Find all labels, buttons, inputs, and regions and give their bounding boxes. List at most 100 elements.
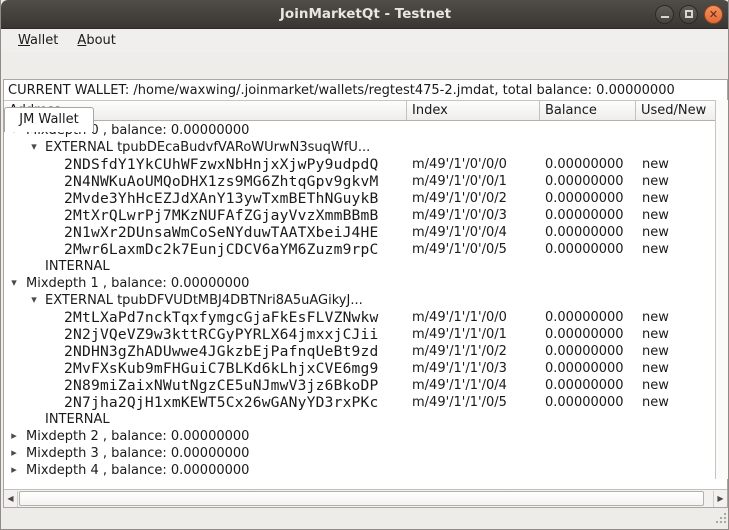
tree-row-label: EXTERNAL tpubDFVUDtMBJ4DBTNri8A5uAGikyJ.… [45,292,363,309]
tree-cell-address: ▾ EXTERNAL tpubDFVUDtMBJ4DBTNri8A5uAGikyJ… [4,292,407,309]
tab-jm-wallet[interactable]: JM Wallet [4,107,94,132]
tree-cell-index: m/49'/1'/0'/0/3 [407,207,540,224]
tree-cell-status: new [636,190,715,207]
wallet-tab-panel: CURRENT WALLET: /home/waxwing/.joinmarke… [3,79,728,508]
tree-cell-balance: 0.00000000 [540,190,636,207]
tree-cell-index: m/49'/1'/0'/0/5 [407,241,540,258]
tree-cell-status: new [636,207,715,224]
tree-rows: ▾Mixdepth 0 , balance: 0.00000000▾EXTERN… [4,122,715,479]
tree-cell-balance: 0.00000000 [540,377,636,394]
expand-arrow-icon[interactable]: ▸ [8,462,20,478]
header-used-new[interactable]: Used/New [636,101,715,120]
tree-row-address[interactable]: 2MvFXsKub9mFHGuiC7BLKd6kLhjxCVE6mg9m/49'… [4,360,715,377]
tree-row-address[interactable]: 2MtLXaPd7nckTqxfymgcGjaFkEsFLVZNwkwm/49'… [4,309,715,326]
tree-row[interactable]: ▸Mixdepth 4 , balance: 0.00000000 [4,462,715,479]
tree-row-label: 2NDSfdY1YkCUhWFzwxNbHnjxXjwPy9udpdQ [64,156,379,173]
tree-cell-address: 2NDSfdY1YkCUhWFzwxNbHnjxXjwPy9udpdQ [4,156,407,173]
tree-cell-address: ▸ Mixdepth 2 , balance: 0.00000000 [4,428,407,445]
tree-cell-address: INTERNAL [4,258,407,275]
expand-arrow-icon[interactable]: ▸ [8,445,20,461]
tree-row[interactable]: ▾ Mixdepth 1 , balance: 0.00000000 [4,275,715,292]
tree-cell-address: 2NDHN3gZhADUwwe4JGkzbEjPafnqUeBt9zd [4,343,407,360]
tree-cell-status: new [636,326,715,343]
tree-row[interactable]: ▸Mixdepth 3 , balance: 0.00000000 [4,445,715,462]
minimize-button[interactable] [655,5,674,24]
window-bottom-strip [1,508,729,530]
title-bar[interactable]: JoinMarketQt - Testnet ✕ [1,0,729,29]
tree-cell-address: 2N2jVQeVZ9w3kttRCGyPYRLX64jmxxjCJii [4,326,407,343]
tree-row-label: Mixdepth 1 , balance: 0.00000000 [26,275,249,292]
tree-cell-status: new [636,377,715,394]
tree-cell-index: m/49'/1'/0'/0/4 [407,224,540,241]
tree-row-address[interactable]: 2N89miZaixNWutNgzCE5uNJmwV3jz6BkoDP m/49'… [4,377,715,394]
tree-row-address[interactable]: 2N1wXr2DUnsaWmCoSeNYduwTAATXbeiJ4HE m/49'… [4,224,715,241]
tree-cell-address: 2N1wXr2DUnsaWmCoSeNYduwTAATXbeiJ4HE [4,224,407,241]
header-balance[interactable]: Balance [540,101,636,120]
expand-arrow-icon[interactable]: ▸ [8,428,20,444]
tree-cell-index: m/49'/1'/1'/0/0 [407,309,540,326]
tree-row-address[interactable]: 2N4NWKuAoUMQoDHX1zs9MG6ZhtqGpv9gkvM m/49'… [4,173,715,190]
tab-strip: JM Wallet Settings Coinjoins Tx History … [1,52,729,79]
collapse-arrow-icon[interactable]: ▾ [28,139,40,155]
tree-row-address[interactable]: 2N7jha2QjH1xmKEWT5Cx26wGANyYD3rxPKcm/49'… [4,394,715,411]
tree-row-label: 2N89miZaixNWutNgzCE5uNJmwV3jz6BkoDP [64,377,379,394]
tree-cell-balance: 0.00000000 [540,207,636,224]
scroll-right-icon[interactable]: ▶ [713,491,727,507]
tree-cell-index: m/49'/1'/1'/0/2 [407,343,540,360]
tree-row[interactable]: INTERNAL [4,411,715,428]
horizontal-scrollbar[interactable]: ◀ ▶ [4,489,727,507]
minimize-icon [661,16,669,18]
tree-cell-address: 2N7jha2QjH1xmKEWT5Cx26wGANyYD3rxPKc [4,394,407,411]
tree-row-label: 2N1wXr2DUnsaWmCoSeNYduwTAATXbeiJ4HE [64,224,379,241]
tree-row[interactable]: ▾ EXTERNAL tpubDEcaBudvfVARoWUrwN3suqWfU.… [4,139,715,156]
tree-cell-index: m/49'/1'/1'/0/4 [407,377,540,394]
tree-cell-index: m/49'/1'/0'/0/2 [407,190,540,207]
tree-cell-index: m/49'/1'/1'/0/1 [407,326,540,343]
tree-cell-index: m/49'/1'/1'/0/3 [407,360,540,377]
tree-cell-status: new [636,241,715,258]
scroll-left-icon[interactable]: ◀ [4,491,18,507]
maximize-icon [685,10,693,18]
tree-row-label: EXTERNAL tpubDEcaBudvfVARoWUrwN3suqWfU..… [45,139,370,156]
tree-cell-status: new [636,309,715,326]
tree-row-label: 2N2jVQeVZ9w3kttRCGyPYRLX64jmxxjCJii [64,326,379,343]
tree-cell-address: 2MtXrQLwrPj7MKzNUFAfZGjayVvzXmmBBmB [4,207,407,224]
tree-cell-balance: 0.00000000 [540,360,636,377]
menu-bar: Wallet About [1,29,729,52]
tree-row-address[interactable]: 2MtXrQLwrPj7MKzNUFAfZGjayVvzXmmBBmBm/49'… [4,207,715,224]
tree-row-address[interactable]: 2N2jVQeVZ9w3kttRCGyPYRLX64jmxxjCJii m/49'… [4,326,715,343]
horizontal-scrollbar-thumb[interactable] [19,491,704,506]
header-index[interactable]: Index [407,101,540,120]
tree-row-label: 2N4NWKuAoUMQoDHX1zs9MG6ZhtqGpv9gkvM [64,173,379,190]
tree-row-address[interactable]: 2NDSfdY1YkCUhWFzwxNbHnjxXjwPy9udpdQm/49'… [4,156,715,173]
tree-cell-address: ▸Mixdepth 4 , balance: 0.00000000 [4,462,407,479]
collapse-arrow-icon[interactable]: ▾ [28,292,40,308]
tree-cell-index: m/49'/1'/1'/0/5 [407,394,540,411]
resize-grip[interactable] [712,511,727,526]
tree-cell-status: new [636,343,715,360]
tree-cell-status: new [636,224,715,241]
tree-row[interactable]: ▾Mixdepth 0 , balance: 0.00000000 [4,122,715,139]
tree-cell-balance: 0.00000000 [540,309,636,326]
tree-row[interactable]: ▸ Mixdepth 2 , balance: 0.00000000 [4,428,715,445]
tree-row-address[interactable]: 2Mvde3YhHcEZJdXAnY13ywTxmBEThNGuykBm/49'… [4,190,715,207]
maximize-button[interactable] [679,5,698,24]
tree-row[interactable]: INTERNAL [4,258,715,275]
tree-row-address[interactable]: 2Mwr6LaxmDc2k7EunjCDCV6aYM6Zuzm9rpCm/49'… [4,241,715,258]
menu-about[interactable]: About [70,30,122,53]
vertical-scrollbar[interactable] [715,100,728,479]
tree-cell-balance: 0.00000000 [540,394,636,411]
tree-cell-index: m/49'/1'/0'/0/1 [407,173,540,190]
close-icon: ✕ [705,6,722,23]
tree-row[interactable]: ▾ EXTERNAL tpubDFVUDtMBJ4DBTNri8A5uAGikyJ… [4,292,715,309]
collapse-arrow-icon[interactable]: ▾ [8,275,20,291]
tree-cell-balance: 0.00000000 [540,224,636,241]
menu-wallet[interactable]: Wallet [11,30,65,53]
app-window: JoinMarketQt - Testnet ✕ Wallet About JM… [0,0,729,530]
close-button[interactable]: ✕ [704,5,723,24]
tree-cell-address: 2Mvde3YhHcEZJdXAnY13ywTxmBEThNGuykB [4,190,407,207]
tree-cell-address: 2MvFXsKub9mFHGuiC7BLKd6kLhjxCVE6mg9 [4,360,407,377]
tree-row-address[interactable]: 2NDHN3gZhADUwwe4JGkzbEjPafnqUeBt9zdm/49'… [4,343,715,360]
tree-cell-balance: 0.00000000 [540,156,636,173]
tree-row-label: Mixdepth 2 , balance: 0.00000000 [26,428,249,445]
